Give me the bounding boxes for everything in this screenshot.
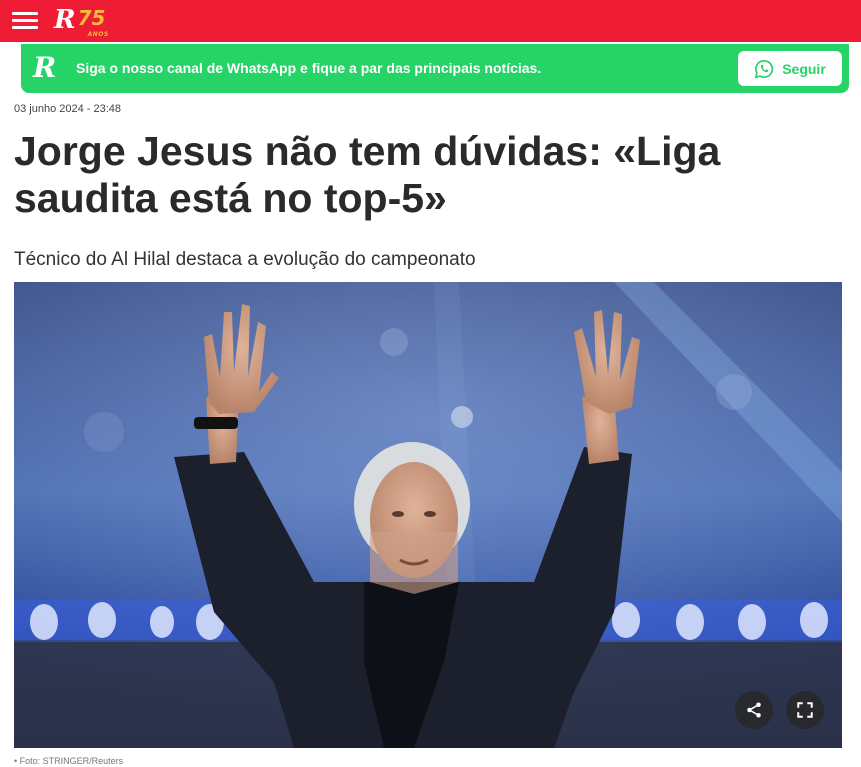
hamburger-menu-icon[interactable] <box>12 11 38 31</box>
fullscreen-button[interactable] <box>786 691 824 729</box>
logo-letter: R <box>54 5 76 35</box>
site-logo[interactable]: R 75 ANOS <box>54 5 118 38</box>
photo-caption: • Foto: STRINGER/Reuters <box>14 756 124 766</box>
headline-line-1: Jorge Jesus não tem dúvidas: «Liga <box>14 128 721 174</box>
top-header: R 75 ANOS <box>0 0 861 42</box>
article-headline: Jorge Jesus não tem dúvidas: «Liga saudi… <box>14 128 834 222</box>
follow-button[interactable]: Seguir <box>738 51 842 86</box>
share-button[interactable] <box>735 691 773 729</box>
logo-anniversary: 75 ANOS <box>77 6 109 38</box>
fullscreen-icon <box>797 702 813 718</box>
article-date: 03 junho 2024 - 23:48 <box>14 103 122 115</box>
follow-button-label: Seguir <box>782 60 826 77</box>
banner-text: Siga o nosso canal de WhatsApp e fique a… <box>76 60 542 76</box>
whatsapp-icon <box>754 59 774 78</box>
whatsapp-banner: R Siga o nosso canal de WhatsApp e fique… <box>21 44 849 93</box>
share-icon <box>747 702 761 718</box>
headline-line-2: saudita está no top-5» <box>14 175 447 221</box>
photo-illustration <box>14 282 842 748</box>
banner-logo: R <box>33 51 57 84</box>
article-photo[interactable] <box>14 282 842 748</box>
article-subtitle: Técnico do Al Hilal destaca a evolução d… <box>14 249 476 270</box>
